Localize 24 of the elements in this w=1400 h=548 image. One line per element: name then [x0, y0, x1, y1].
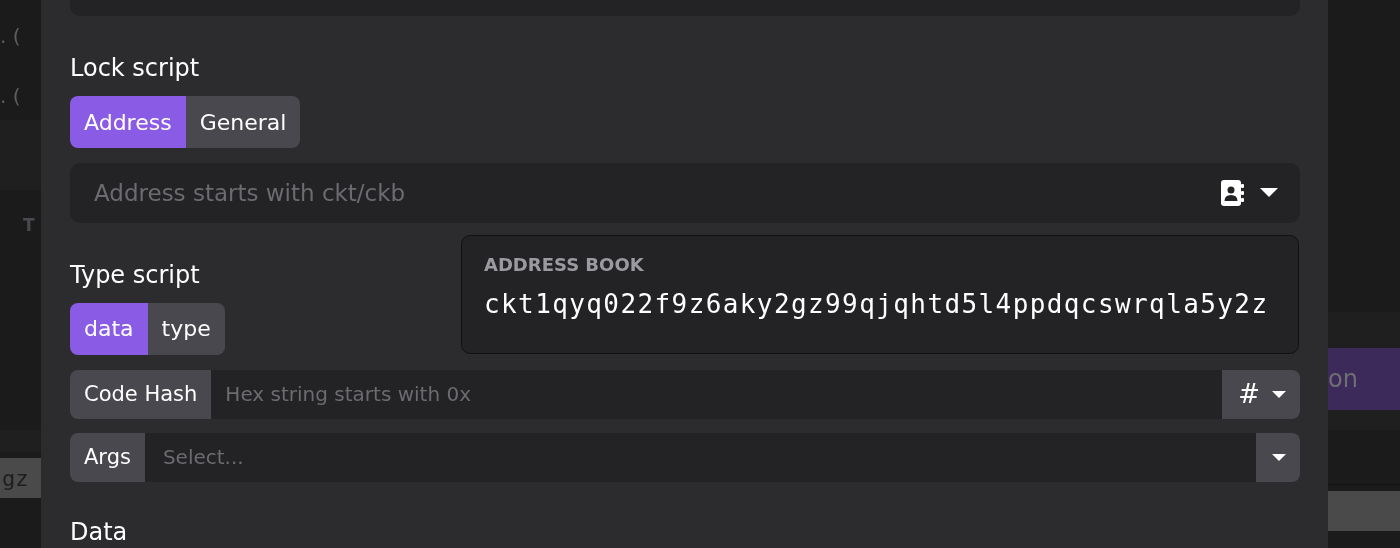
caret-icon: [1272, 390, 1286, 398]
row-text: . (: [0, 24, 21, 48]
dropdown-heading: ADDRESS BOOK: [484, 254, 645, 275]
segment-tab[interactable]: General: [185, 96, 301, 149]
address-option[interactable]: ckt1qyq022f9z6aky2gz99qjqhtd5l4ppdqcswrqla5y2z: [484, 289, 1269, 319]
address-input[interactable]: Address starts with ckt/ckb: [70, 163, 1300, 223]
section-title: Type script: [70, 259, 200, 291]
code-hash-field[interactable]: Hex string starts with 0x: [211, 369, 1223, 419]
address-field[interactable]: Address starts with ckt/ckb: [92, 178, 1220, 207]
segment-tab[interactable]: Address: [70, 96, 186, 149]
field-label: Args: [70, 432, 145, 482]
args-select[interactable]: Select...: [144, 432, 1256, 482]
field-label: Code Hash: [70, 369, 212, 419]
section-title: Data: [70, 517, 128, 548]
caret-icon: [1272, 453, 1286, 461]
caret-icon[interactable]: [1260, 188, 1278, 198]
section-title: Lock script: [70, 53, 200, 85]
segment-tab[interactable]: data: [70, 302, 148, 355]
address-strip: [1328, 491, 1400, 531]
segment-tab[interactable]: type: [147, 302, 225, 355]
row-text: . (: [0, 84, 21, 108]
dropdown-button[interactable]: [1256, 432, 1300, 482]
address-book-icon[interactable]: [1220, 178, 1246, 207]
hash-dropdown-button[interactable]: #: [1222, 369, 1300, 419]
